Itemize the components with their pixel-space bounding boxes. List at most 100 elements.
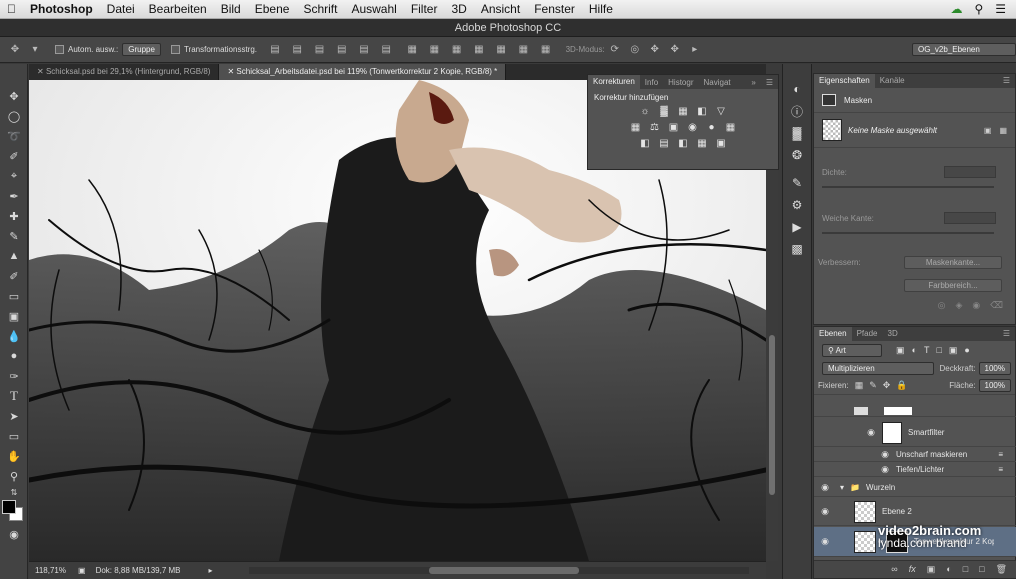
auto-select-checkbox[interactable] [55, 45, 64, 54]
link-layers-icon[interactable]: ∞ [891, 564, 897, 575]
menu-ebene[interactable]: Ebene [248, 2, 297, 16]
mask-edge-button[interactable]: Maskenkante... [904, 256, 1002, 269]
threshold-icon[interactable]: ◧ [677, 138, 690, 150]
brightness-contrast-icon[interactable]: ☼ [639, 106, 652, 118]
scrollbar-thumb[interactable] [429, 567, 579, 574]
invert-icon[interactable]: ◧ [639, 138, 652, 150]
stamp-tool-icon[interactable]: ▲ [0, 246, 28, 266]
visibility-eye-icon[interactable]: ◉ [814, 536, 836, 547]
sync-icon[interactable]: ☁ [950, 2, 962, 16]
fill-field[interactable]: 100% [978, 379, 1011, 392]
tab-kanaele[interactable]: Kanäle [875, 74, 910, 88]
panel-menu-icon[interactable]: ☰ [998, 74, 1015, 88]
tab-schicksal[interactable]: ✕ Schicksal.psd bei 29,1% (Hintergrund, … [29, 64, 220, 80]
distribute-top-icon[interactable]: ▦ [405, 44, 419, 56]
brush-tool-icon[interactable]: ✎ [0, 226, 28, 246]
selective-color-icon[interactable]: ▦ [696, 138, 709, 150]
status-menu-arrow-icon[interactable]: ▸ [209, 566, 213, 575]
menu-bearbeiten[interactable]: Bearbeiten [142, 2, 214, 16]
blend-mode-dropdown[interactable]: Multiplizieren [822, 362, 934, 375]
visibility-eye-icon[interactable]: ◉ [814, 482, 836, 493]
collapse-icon[interactable]: » [746, 78, 760, 87]
info-panel-icon[interactable]: ⓘ [783, 100, 811, 122]
tab-schicksal-arbeitsdatei[interactable]: ✕ Schicksal_Arbeitsdatei.psd bei 119% (T… [219, 64, 507, 80]
menu-auswahl[interactable]: Auswahl [344, 2, 403, 16]
filter-options-icon[interactable]: ≡ [998, 465, 1003, 474]
pen-tool-icon[interactable]: ✑ [0, 366, 28, 386]
blur-tool-icon[interactable]: 💧 [0, 326, 28, 346]
lasso-tool-icon[interactable]: ➰ [0, 126, 28, 146]
load-selection-icon[interactable]: ◎ [938, 300, 946, 311]
color-lookup-icon[interactable]: ▦ [724, 122, 737, 134]
filter-smart-icon[interactable]: ▣ [949, 345, 958, 356]
levels-icon[interactable]: ▓ [658, 106, 671, 118]
new-group-icon[interactable]: □ [963, 564, 968, 575]
visibility-eye-icon[interactable]: ◉ [874, 464, 896, 475]
filter-options-icon[interactable]: ≡ [998, 450, 1003, 459]
lock-pixels-icon[interactable]: ✎ [869, 380, 877, 391]
zoom-readout[interactable]: 118,71% [29, 566, 72, 575]
chevron-down-icon[interactable]: ▾ [840, 483, 844, 492]
smartfilter-thumbnail[interactable] [882, 421, 902, 444]
quick-mask-icon[interactable]: ◉ [0, 524, 28, 544]
distribute-bottom-icon[interactable]: ▦ [450, 44, 464, 56]
filter-toggle-icon[interactable]: ● [964, 345, 969, 356]
tab-3d[interactable]: 3D [883, 327, 903, 341]
history-brush-tool-icon[interactable]: ✐ [0, 266, 28, 286]
visibility-eye-icon[interactable]: ◉ [814, 506, 836, 517]
move-tool-icon[interactable]: ✥ [8, 44, 22, 56]
add-mask-icon[interactable]: ▣ [927, 564, 936, 575]
photo-filter-icon[interactable]: ◉ [686, 122, 699, 134]
adjustment-layer-icon[interactable]: ◐ [946, 564, 951, 575]
add-vector-mask-icon[interactable]: ▦ [999, 126, 1007, 135]
disable-mask-icon[interactable]: ◉ [972, 300, 980, 311]
close-icon[interactable]: ✕ [37, 67, 44, 76]
opacity-field[interactable]: 100% [978, 362, 1011, 375]
history-panel-icon[interactable]: ▩ [783, 238, 811, 260]
shape-tool-icon[interactable]: ▭ [0, 426, 28, 446]
density-slider[interactable] [822, 186, 994, 188]
navigator-panel-icon[interactable]: ❂ [783, 144, 811, 166]
dodge-tool-icon[interactable]: ● [0, 346, 28, 366]
lock-all-icon[interactable]: 🔒 [896, 380, 907, 391]
curves-icon[interactable]: ▦ [677, 106, 690, 118]
menu-app[interactable]: Photoshop [23, 2, 100, 16]
layer-style-icon[interactable]: fx [909, 564, 916, 575]
3d-pan-icon[interactable]: ✥ [648, 44, 662, 56]
actions-panel-icon[interactable]: ▶ [783, 216, 811, 238]
align-left-icon[interactable]: ▤ [335, 44, 349, 56]
filter-adjust-icon[interactable]: ◐ [912, 345, 917, 356]
posterize-icon[interactable]: ▤ [658, 138, 671, 150]
menu-fenster[interactable]: Fenster [527, 2, 582, 16]
3d-rotate-icon[interactable]: ⟳ [608, 44, 622, 56]
hue-saturation-icon[interactable]: ▦ [629, 122, 642, 134]
swap-colors-icon[interactable]: ⇅ [0, 486, 28, 498]
filter-shape-icon[interactable]: □ [936, 345, 941, 356]
menu-hilfe[interactable]: Hilfe [582, 2, 620, 16]
feather-field[interactable] [944, 212, 996, 224]
delete-mask-icon[interactable]: ⌫ [990, 300, 1003, 311]
feather-slider[interactable] [822, 232, 994, 234]
tab-eigenschaften[interactable]: Eigenschaften [814, 74, 875, 88]
tab-ebenen[interactable]: Ebenen [814, 327, 852, 341]
workspace-dropdown[interactable]: OG_v2b_Ebenen [912, 43, 1016, 56]
auto-select-dropdown[interactable]: Gruppe [122, 43, 161, 56]
filter-row-shadows[interactable]: ◉ Tiefen/Lichter ≡ [814, 463, 1016, 477]
layer-row[interactable]: ◉ Ebene 2 [814, 498, 1016, 526]
lock-position-icon[interactable]: ✥ [883, 380, 891, 391]
filter-pixel-icon[interactable]: ▣ [896, 345, 905, 356]
move-tool-icon[interactable]: ✥ [0, 86, 28, 106]
align-bottom-icon[interactable]: ▤ [312, 44, 326, 56]
chevron-down-icon[interactable]: ▾ [28, 44, 42, 56]
eyedropper-tool-icon[interactable]: ✒ [0, 186, 28, 206]
close-icon[interactable]: ✕ [227, 67, 234, 76]
align-top-icon[interactable]: ▤ [268, 44, 282, 56]
distribute-hcenter-icon[interactable]: ▦ [494, 44, 508, 56]
menu-filter[interactable]: Filter [404, 2, 445, 16]
tab-korrekturen[interactable]: Korrekturen [588, 75, 640, 89]
path-select-tool-icon[interactable]: ➤ [0, 406, 28, 426]
3d-slide-icon[interactable]: ✥ [668, 44, 682, 56]
filter-row-unsharp[interactable]: ◉ Unscharf maskieren ≡ [814, 448, 1016, 462]
quick-select-tool-icon[interactable]: ✐ [0, 146, 28, 166]
3d-scale-icon[interactable]: ▸ [688, 44, 702, 56]
